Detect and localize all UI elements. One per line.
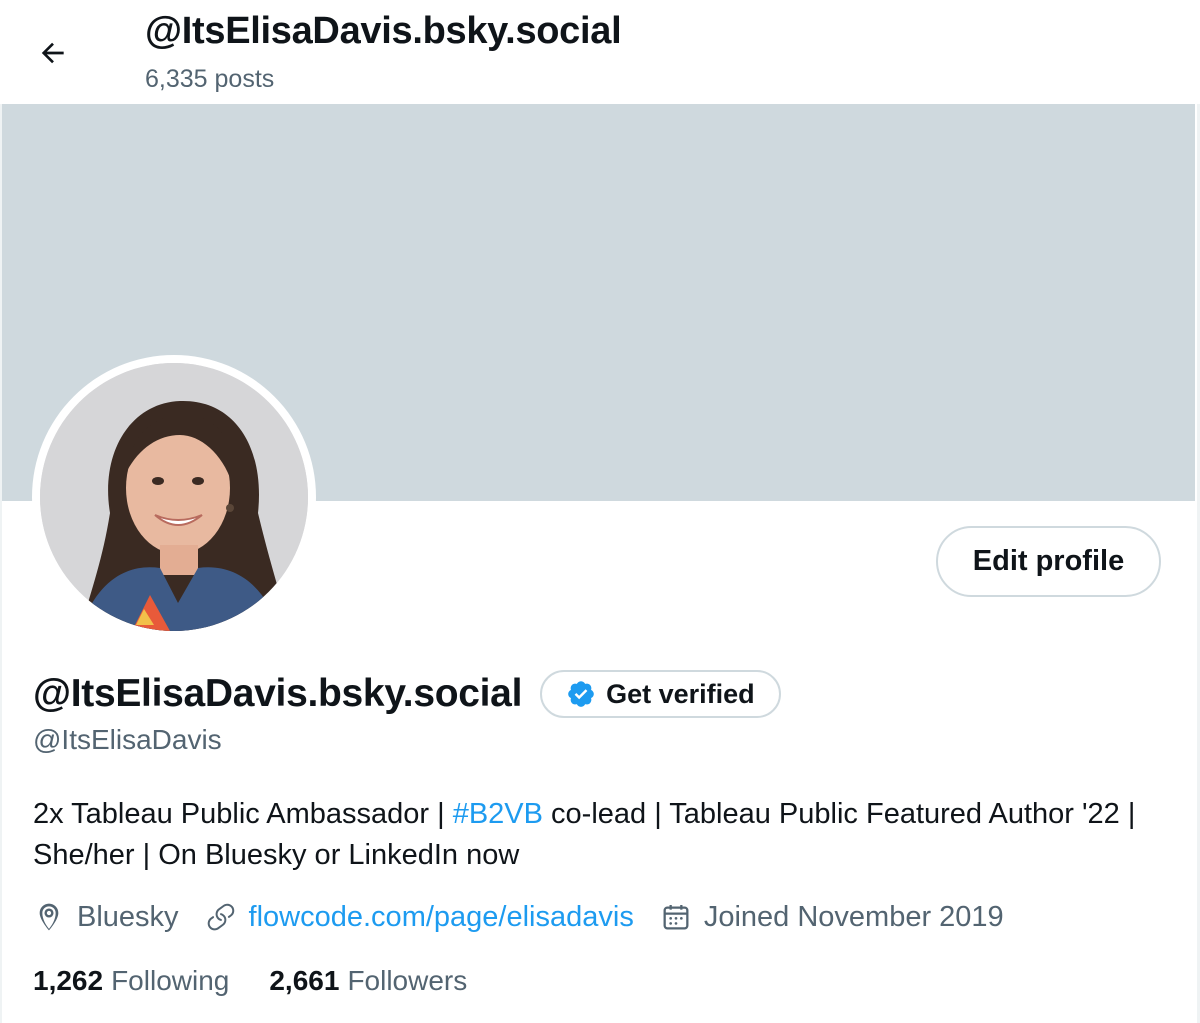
- followers-label: Followers: [347, 965, 468, 996]
- location-pin-icon: [39, 903, 59, 931]
- followers-count: 2,661: [269, 965, 340, 996]
- header-title: @ItsElisaDavis.bsky.social: [145, 10, 622, 52]
- arrow-left-icon: [41, 42, 64, 64]
- edit-profile-button[interactable]: Edit profile: [936, 526, 1161, 597]
- following-link[interactable]: 1,262 Following: [33, 965, 229, 997]
- get-verified-button[interactable]: Get verified: [540, 670, 781, 718]
- verified-badge-icon: [568, 681, 594, 707]
- profile-handle: @ItsElisaDavis: [33, 724, 222, 755]
- following-label: Following: [111, 965, 230, 996]
- get-verified-label: Get verified: [606, 678, 755, 709]
- display-name-row: @ItsElisaDavis.bsky.social Get verified: [33, 668, 781, 720]
- header-posts-count: 6,335 posts: [145, 65, 275, 93]
- joined-text: Joined November 2019: [703, 900, 1004, 933]
- bio-hashtag-link[interactable]: #B2VB: [453, 798, 543, 830]
- back-button[interactable]: [28, 30, 78, 76]
- website-link[interactable]: flowcode.com/page/elisadavis: [249, 901, 634, 934]
- joined-item: Joined November 2019: [660, 901, 1004, 934]
- profile-bio: 2x Tableau Public Ambassador | #B2VB co-…: [33, 794, 1173, 876]
- display-name: @ItsElisaDavis.bsky.social: [33, 672, 523, 715]
- avatar[interactable]: [32, 355, 316, 639]
- profile-header-bar: @ItsElisaDavis.bsky.social 6,335 posts: [0, 0, 1200, 104]
- link-icon: [207, 903, 234, 931]
- calendar-icon: [663, 905, 689, 930]
- website-item[interactable]: flowcode.com/page/elisadavis: [205, 901, 634, 934]
- location-text: Bluesky: [77, 900, 179, 933]
- location-item: Bluesky: [33, 901, 179, 934]
- followers-link[interactable]: 2,661 Followers: [269, 965, 467, 997]
- follow-stats-row: 1,262 Following 2,661 Followers: [33, 960, 507, 1002]
- following-count: 1,262: [33, 965, 104, 996]
- avatar-photo: [40, 363, 308, 631]
- bio-text-part1: 2x Tableau Public Ambassador |: [33, 798, 453, 830]
- profile-meta-row: Bluesky flowcode.com/page/elisadavis Joi…: [33, 894, 1030, 940]
